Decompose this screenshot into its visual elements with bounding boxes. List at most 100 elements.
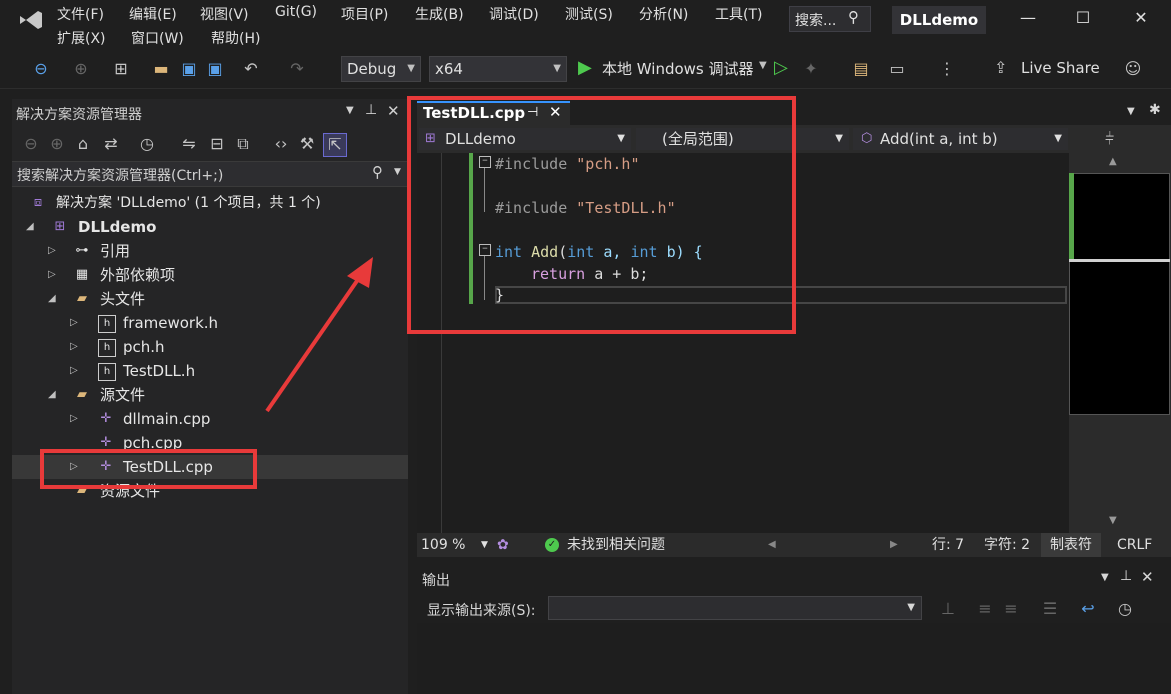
word-wrap-icon[interactable]: ↩	[1077, 598, 1099, 620]
menu-build[interactable]: 生成(B)	[415, 4, 464, 24]
folder-view-icon[interactable]: ▤	[850, 58, 872, 80]
pending-changes-icon[interactable]: ◷	[136, 133, 158, 155]
collapsed-arrow-icon[interactable]: ▷	[70, 359, 82, 383]
tree-item-solution[interactable]: ⧈ 解决方案 'DLLdemo' (1 个项目，共 1 个)	[12, 191, 408, 215]
indent-mode[interactable]: 制表符	[1041, 533, 1101, 557]
pin-icon[interactable]: ⊥	[365, 102, 377, 118]
split-editor-icon[interactable]: ⫩	[1105, 129, 1114, 149]
line-ending[interactable]: CRLF	[1117, 533, 1152, 557]
menu-extensions[interactable]: 扩展(X)	[57, 28, 106, 48]
close-panel-icon[interactable]: ✕	[1141, 568, 1154, 586]
show-all-files-icon[interactable]: ⧉	[232, 133, 254, 155]
project-name-badge: DLLdemo	[892, 6, 986, 34]
output-source-select[interactable]: ▼	[548, 596, 922, 620]
minimize-icon[interactable]: —	[1013, 8, 1043, 32]
external-deps-icon: ▦	[75, 267, 89, 282]
panel-menu-icon[interactable]: ▼	[346, 105, 354, 116]
back-icon[interactable]: ⊖	[20, 133, 42, 155]
collapsed-arrow-icon[interactable]: ▷	[48, 239, 60, 263]
scroll-up-arrow-icon[interactable]: ▲	[1109, 156, 1117, 167]
issues-status[interactable]: 未找到相关问题	[567, 533, 665, 557]
home-icon[interactable]: ⌂	[72, 133, 94, 155]
menu-edit[interactable]: 编辑(E)	[129, 4, 177, 24]
preview-selected-icon[interactable]: ⇱	[323, 133, 347, 157]
menu-view[interactable]: 视图(V)	[200, 4, 249, 24]
panel-menu-icon[interactable]: ▼	[1101, 572, 1109, 583]
properties-icon[interactable]: ⚒	[296, 133, 318, 155]
window-layout-icon[interactable]: ▭	[886, 58, 908, 80]
menu-analyze[interactable]: 分析(N)	[639, 4, 688, 24]
gear-icon[interactable]: ✱	[1149, 102, 1161, 118]
collapsed-arrow-icon[interactable]: ▷	[48, 263, 60, 287]
collapsed-arrow-icon[interactable]: ▷	[70, 311, 82, 335]
close-window-icon[interactable]: ✕	[1126, 8, 1156, 32]
collapsed-arrow-icon[interactable]: ▷	[70, 407, 82, 431]
undo-icon[interactable]: ↶	[240, 58, 262, 80]
line-number[interactable]: 行: 7	[932, 533, 964, 557]
clear-all-icon[interactable]: ☰	[1039, 598, 1061, 620]
output-content[interactable]	[417, 623, 1171, 694]
chevron-down-icon[interactable]: ▼	[394, 167, 401, 177]
clock-icon[interactable]: ◷	[1114, 598, 1136, 620]
expanded-arrow-icon[interactable]: ◢	[48, 287, 60, 311]
feedback-icon[interactable]: ☺	[1122, 58, 1144, 80]
next-message-icon[interactable]: ≡	[1000, 598, 1022, 620]
start-debug-icon[interactable]: ▶	[578, 57, 592, 78]
tree-item-label: framework.h	[123, 314, 219, 332]
share-icon[interactable]: ⇪	[994, 58, 1007, 77]
column-number[interactable]: 字符: 2	[984, 533, 1030, 557]
scroll-right-icon[interactable]: ▶	[890, 533, 898, 557]
scroll-down-arrow-icon[interactable]: ▼	[1109, 515, 1117, 526]
expanded-arrow-icon[interactable]: ◢	[26, 215, 38, 239]
maximize-icon[interactable]: ☐	[1068, 8, 1098, 32]
live-share-button[interactable]: Live Share	[1021, 59, 1100, 77]
tree-item-project[interactable]: ◢ ⊞ DLLdemo	[12, 215, 408, 239]
copilot-icon[interactable]: ✿	[497, 533, 509, 557]
expanded-arrow-icon[interactable]: ◢	[48, 383, 60, 407]
switch-views-icon[interactable]: ⇄	[100, 133, 122, 155]
pin-icon[interactable]: ⊥	[1120, 568, 1132, 584]
previous-message-icon[interactable]: ≡	[974, 598, 996, 620]
references-icon: ⊶	[75, 243, 89, 258]
tab-list-icon[interactable]: ▼	[1127, 106, 1135, 117]
menu-git[interactable]: Git(G)	[275, 4, 317, 20]
navigate-back-icon[interactable]: ⊖	[30, 58, 52, 80]
hot-reload-icon[interactable]: ✦	[800, 58, 822, 80]
platform-select[interactable]: x64 ▼	[429, 56, 567, 82]
chevron-down-icon[interactable]: ▼	[759, 60, 767, 71]
sync-icon[interactable]: ⇋	[178, 133, 200, 155]
solution-explorer-search[interactable]: 搜索解决方案资源管理器(Ctrl+;) ⚲ ▼	[12, 161, 408, 187]
navigate-forward-icon[interactable]: ⊕	[70, 58, 92, 80]
forward-icon[interactable]: ⊕	[46, 133, 68, 155]
save-all-icon[interactable]: ▣	[204, 58, 226, 80]
menu-debug[interactable]: 调试(D)	[489, 4, 539, 24]
close-panel-icon[interactable]: ✕	[387, 102, 400, 120]
start-without-debug-icon[interactable]: ▷	[774, 57, 788, 78]
minimap-preview[interactable]	[1069, 173, 1170, 415]
menu-file[interactable]: 文件(F)	[57, 4, 104, 24]
menu-project[interactable]: 项目(P)	[341, 4, 388, 24]
find-message-icon[interactable]: ⊥	[937, 598, 959, 620]
start-debug-label[interactable]: 本地 Windows 调试器	[602, 58, 754, 79]
nav-member-value: Add(int a, int b)	[880, 130, 998, 148]
menu-window[interactable]: 窗口(W)	[131, 28, 184, 48]
zoom-level[interactable]: 109 %	[421, 533, 465, 557]
global-search-box[interactable]: 搜索... ⚲	[789, 6, 871, 32]
menu-help[interactable]: 帮助(H)	[211, 28, 260, 48]
new-project-icon[interactable]: ⊞	[110, 58, 132, 80]
menu-tools[interactable]: 工具(T)	[715, 4, 762, 24]
vertical-scrollbar-minimap[interactable]: ▲ ▼	[1069, 153, 1171, 533]
scroll-left-icon[interactable]: ◀	[768, 533, 776, 557]
chevron-down-icon[interactable]: ▼	[481, 533, 488, 557]
visual-studio-logo-icon[interactable]	[18, 8, 44, 32]
menu-test[interactable]: 测试(S)	[565, 4, 613, 24]
save-icon[interactable]: ▣	[178, 58, 200, 80]
redo-icon[interactable]: ↷	[286, 58, 308, 80]
nav-member-select[interactable]: ⬡ Add(int a, int b) ▼	[853, 128, 1068, 150]
collapsed-arrow-icon[interactable]: ▷	[70, 335, 82, 359]
solution-config-select[interactable]: Debug ▼	[341, 56, 421, 82]
open-folder-icon[interactable]: ▬	[150, 58, 172, 80]
code-view-icon[interactable]: ‹›	[270, 133, 292, 155]
overflow-icon[interactable]: ⋮	[936, 58, 958, 80]
collapse-all-icon[interactable]: ⊟	[206, 133, 228, 155]
